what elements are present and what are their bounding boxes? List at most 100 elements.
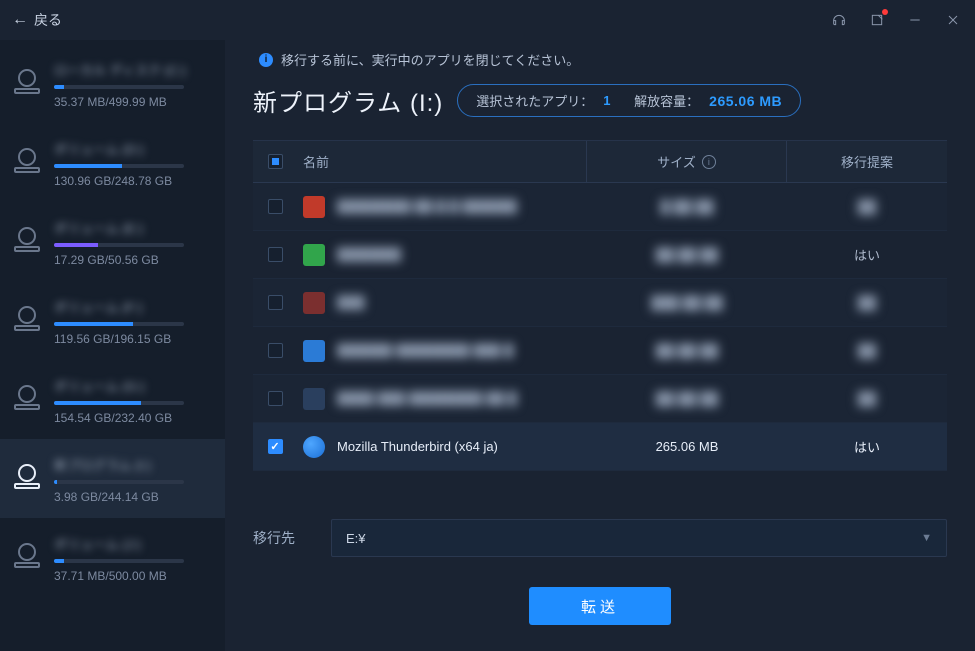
drive-item[interactable]: ローカル ディスク (C:) 35.37 MB/499.99 MB: [0, 44, 225, 123]
row-checkbox[interactable]: [268, 295, 283, 310]
drive-item[interactable]: ボリューム (E:) 17.29 GB/50.56 GB: [0, 202, 225, 281]
drive-name: 新プログラム (I:): [54, 455, 213, 474]
drive-size: 17.29 GB/50.56 GB: [54, 253, 213, 267]
drive-usage-bar: [54, 85, 184, 89]
table-row[interactable]: ███ ███.██ ██ ██: [253, 279, 947, 327]
table-row[interactable]: ███████ ██.██ ██ はい: [253, 231, 947, 279]
notice-text: 移行する前に、実行中のアプリを閉じてください。: [281, 50, 579, 69]
destination-label: 移行先: [253, 528, 309, 548]
free-value: 265.06 MB: [709, 93, 782, 109]
drive-usage-bar: [54, 401, 184, 405]
row-checkbox[interactable]: [268, 199, 283, 214]
drive-usage-bar: [54, 322, 184, 326]
back-label: 戻る: [34, 10, 62, 30]
app-icon: [303, 292, 325, 314]
drive-usage-bar: [54, 559, 184, 563]
col-name[interactable]: 名前: [297, 141, 587, 182]
app-suggest: はい: [787, 437, 947, 456]
app-size: ██.██ ██: [587, 247, 787, 262]
drive-icon: [10, 60, 44, 94]
notification-icon[interactable]: [867, 10, 887, 30]
drive-name: ボリューム (E:): [54, 218, 213, 237]
drive-item[interactable]: ボリューム (G:) 154.54 GB/232.40 GB: [0, 360, 225, 439]
app-name: ████ ███ ████████ ██.█: [337, 391, 517, 406]
app-name-cell: Mozilla Thunderbird (x64 ja): [297, 436, 587, 458]
app-name: ███: [337, 295, 365, 310]
summary-pill: 選択されたアプリ： 1 解放容量： 265.06 MB: [457, 84, 801, 117]
close-button[interactable]: [943, 10, 963, 30]
drive-item[interactable]: ボリューム (D:) 130.96 GB/248.78 GB: [0, 123, 225, 202]
row-checkbox[interactable]: [268, 391, 283, 406]
row-checkbox[interactable]: [268, 247, 283, 262]
drive-icon: [10, 218, 44, 252]
size-info-icon[interactable]: i: [702, 155, 716, 169]
destination-value: E:¥: [346, 531, 366, 546]
drive-name: ボリューム (J:): [54, 534, 213, 553]
footer: 転送: [253, 557, 947, 643]
table-row[interactable]: ██████ ████████ ███ █ ██.██ ██ ██: [253, 327, 947, 375]
drive-icon: [10, 376, 44, 410]
drive-icon: [10, 297, 44, 331]
drive-info: ローカル ディスク (C:) 35.37 MB/499.99 MB: [54, 60, 213, 109]
page-title: 新プログラム (I:): [253, 83, 443, 118]
drive-info: ボリューム (G:) 154.54 GB/232.40 GB: [54, 376, 213, 425]
app-suggest: ██: [787, 391, 947, 406]
selected-label: 選択されたアプリ：: [476, 91, 593, 110]
app-name: ███████: [337, 247, 401, 262]
app-name: Mozilla Thunderbird (x64 ja): [337, 439, 498, 454]
drive-info: ボリューム (E:) 17.29 GB/50.56 GB: [54, 218, 213, 267]
chevron-down-icon: ▼: [921, 532, 932, 544]
back-button[interactable]: ← 戻る: [12, 10, 62, 30]
drive-info: 新プログラム (I:) 3.98 GB/244.14 GB: [54, 455, 213, 504]
drive-size: 119.56 GB/196.15 GB: [54, 332, 213, 346]
app-suggest: はい: [787, 245, 947, 264]
app-icon: [303, 244, 325, 266]
drive-sidebar: ローカル ディスク (C:) 35.37 MB/499.99 MB ボリューム …: [0, 40, 225, 651]
app-name-cell: ████ ███ ████████ ██.█: [297, 388, 587, 410]
app-icon: [303, 436, 325, 458]
drive-icon: [10, 534, 44, 568]
row-checkbox[interactable]: [268, 439, 283, 454]
drive-icon: [10, 455, 44, 489]
heading-row: 新プログラム (I:) 選択されたアプリ： 1 解放容量： 265.06 MB: [253, 83, 947, 118]
notification-badge: [882, 9, 888, 15]
row-checkbox[interactable]: [268, 343, 283, 358]
table-row[interactable]: Mozilla Thunderbird (x64 ja) 265.06 MB は…: [253, 423, 947, 471]
select-all-checkbox[interactable]: [268, 154, 283, 169]
table-row[interactable]: ████████ ██.█.█ ██████ █.██ ██ ██: [253, 183, 947, 231]
destination-row: 移行先 E:¥ ▼: [253, 519, 947, 557]
drive-size: 37.71 MB/500.00 MB: [54, 569, 213, 583]
drive-item[interactable]: 新プログラム (I:) 3.98 GB/244.14 GB: [0, 439, 225, 518]
drive-name: ボリューム (G:): [54, 376, 213, 395]
app-icon: [303, 196, 325, 218]
drive-usage-bar: [54, 164, 184, 168]
app-suggest: ██: [787, 199, 947, 214]
window-controls: [829, 10, 963, 30]
drive-size: 35.37 MB/499.99 MB: [54, 95, 213, 109]
app-name: ██████ ████████ ███ █: [337, 343, 514, 358]
col-suggest[interactable]: 移行提案: [787, 152, 947, 171]
table-row[interactable]: ████ ███ ████████ ██.█ ██.██ ██ ██: [253, 375, 947, 423]
titlebar: ← 戻る: [0, 0, 975, 40]
app-icon: [303, 388, 325, 410]
notice-bar: i 移行する前に、実行中のアプリを閉じてください。: [253, 40, 947, 83]
selected-count: 1: [603, 93, 610, 108]
drive-size: 130.96 GB/248.78 GB: [54, 174, 213, 188]
col-size[interactable]: サイズ i: [587, 141, 787, 182]
drive-size: 3.98 GB/244.14 GB: [54, 490, 213, 504]
main-panel: i 移行する前に、実行中のアプリを閉じてください。 新プログラム (I:) 選択…: [225, 40, 975, 651]
app-name-cell: ████████ ██.█.█ ██████: [297, 196, 587, 218]
drive-item[interactable]: ボリューム (J:) 37.71 MB/500.00 MB: [0, 518, 225, 597]
app-size: ██.██ ██: [587, 391, 787, 406]
support-icon[interactable]: [829, 10, 849, 30]
minimize-button[interactable]: [905, 10, 925, 30]
transfer-button[interactable]: 転送: [529, 587, 671, 625]
drive-info: ボリューム (D:) 130.96 GB/248.78 GB: [54, 139, 213, 188]
app-suggest: ██: [787, 295, 947, 310]
destination-select[interactable]: E:¥ ▼: [331, 519, 947, 557]
drive-name: ローカル ディスク (C:): [54, 60, 213, 79]
info-icon: i: [259, 53, 273, 67]
drive-item[interactable]: ボリューム (F:) 119.56 GB/196.15 GB: [0, 281, 225, 360]
app-size: █.██ ██: [587, 199, 787, 214]
drive-icon: [10, 139, 44, 173]
